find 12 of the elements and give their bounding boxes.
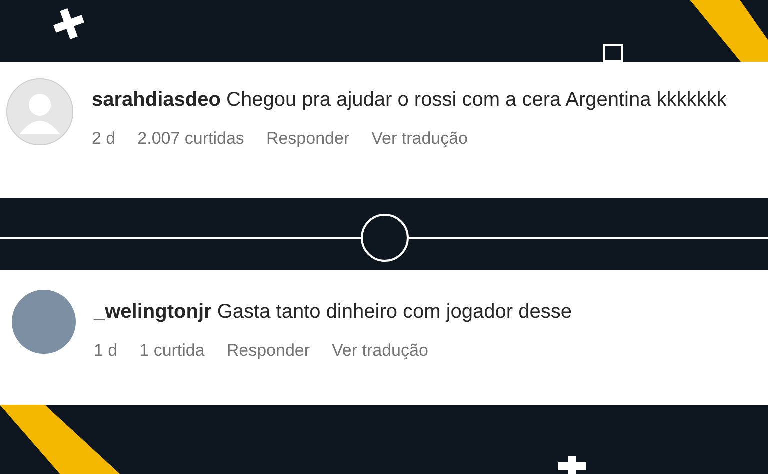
like-count[interactable]: 1 curtida bbox=[140, 338, 205, 364]
translate-link[interactable]: Ver tradução bbox=[372, 126, 468, 152]
plus-icon bbox=[54, 8, 84, 40]
comment-text: _welingtonjr Gasta tanto dinheiro com jogador desse bbox=[94, 300, 574, 325]
like-count[interactable]: 2.007 curtidas bbox=[138, 126, 244, 152]
comment-time: 2 d bbox=[92, 128, 116, 150]
reply-link[interactable]: Responder bbox=[266, 126, 350, 152]
comment-text: sarahdiasdeo Chegou pra ajudar o rossi com a cera Argentina kkkkkkk bbox=[92, 88, 728, 113]
plus-icon bbox=[558, 456, 586, 474]
comment-time: 1 d bbox=[94, 340, 118, 362]
translate-link[interactable]: Ver tradução bbox=[332, 338, 428, 364]
reply-link[interactable]: Responder bbox=[226, 338, 310, 364]
